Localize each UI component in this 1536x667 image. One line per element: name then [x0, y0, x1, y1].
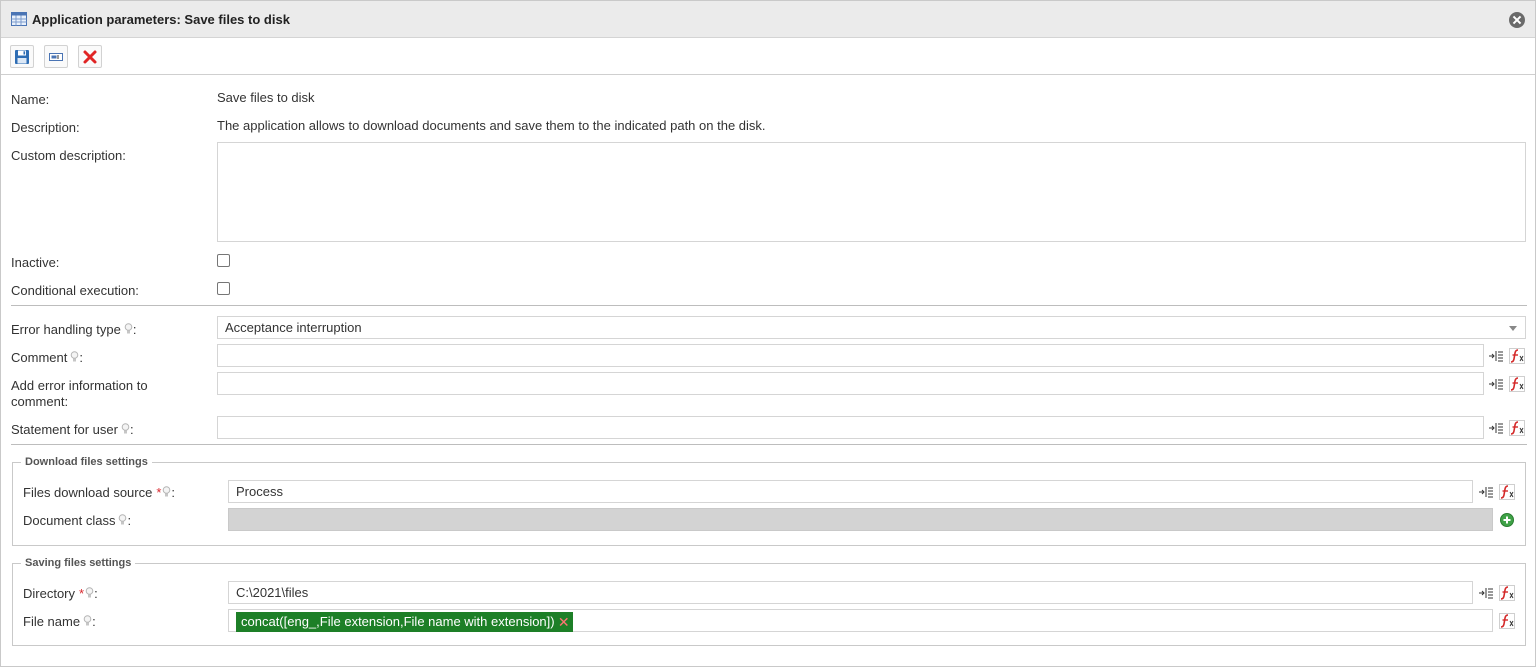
statement-for-user-label: Statement for user:	[11, 422, 134, 437]
insert-variable-icon[interactable]	[1488, 420, 1504, 436]
description-label: Description:	[11, 120, 80, 135]
custom-description-textarea[interactable]	[217, 142, 1526, 242]
function-icon[interactable]	[1509, 420, 1525, 436]
required-mark: *	[156, 485, 162, 500]
directory-input[interactable]: C:\2021\files	[228, 581, 1473, 604]
function-icon[interactable]	[1499, 585, 1515, 601]
conditional-execution-checkbox[interactable]	[217, 282, 230, 295]
function-icon[interactable]	[1499, 613, 1515, 629]
colon: :	[79, 350, 83, 365]
saving-files-legend: Saving files settings	[21, 557, 136, 569]
colon: :	[94, 586, 98, 601]
toolbar	[1, 38, 1535, 75]
directory-label: Directory *:	[23, 586, 98, 601]
save-button[interactable]	[10, 45, 34, 68]
function-icon[interactable]	[1509, 376, 1525, 392]
lightbulb-icon	[124, 323, 133, 334]
lightbulb-icon	[121, 423, 130, 434]
name-value: Save files to disk	[217, 90, 315, 105]
download-files-fieldset	[12, 462, 1526, 546]
title-bar: Application parameters: Save files to di…	[1, 1, 1535, 38]
insert-variable-icon[interactable]	[1478, 484, 1494, 500]
name-label: Name:	[11, 92, 50, 107]
divider	[11, 305, 1527, 306]
conditional-execution-label: Conditional execution:	[11, 283, 139, 298]
colon: :	[132, 322, 137, 337]
green-plus-circle-icon[interactable]	[1499, 512, 1515, 528]
close-circle-icon[interactable]	[1509, 12, 1525, 28]
error-handling-type-value: Acceptance interruption	[225, 320, 362, 335]
files-download-source-value: Process	[236, 484, 283, 499]
document-class-input	[228, 508, 1493, 531]
function-icon[interactable]	[1509, 348, 1525, 364]
saving-files-fieldset	[12, 563, 1526, 646]
floppy-disk-icon	[15, 50, 29, 64]
document-class-text: Document class	[23, 513, 116, 528]
remove-tag-icon[interactable]: ✕	[558, 612, 570, 632]
error-handling-type-text: Error handling type	[11, 322, 121, 337]
lightbulb-icon	[85, 587, 94, 598]
comment-input[interactable]	[217, 344, 1484, 367]
comment-text: Comment	[11, 350, 68, 365]
insert-variable-icon[interactable]	[1478, 585, 1494, 601]
table-icon	[11, 12, 27, 26]
files-download-source-label: Files download source *:	[23, 485, 175, 500]
window-title: Application parameters: Save files to di…	[32, 12, 290, 27]
file-name-expression-tag[interactable]: concat([eng_,File extension,File name wi…	[236, 612, 573, 632]
error-handling-type-select[interactable]: Acceptance interruption	[217, 316, 1526, 339]
colon: :	[171, 485, 176, 500]
insert-variable-icon[interactable]	[1488, 376, 1504, 392]
colon: :	[129, 422, 134, 437]
inactive-label: Inactive:	[11, 255, 60, 270]
insert-variable-icon[interactable]	[1488, 348, 1504, 364]
function-icon[interactable]	[1499, 484, 1515, 500]
file-name-expression-text: concat([eng_,File extension,File name wi…	[241, 614, 555, 629]
red-x-icon	[83, 50, 97, 64]
colon: :	[92, 614, 96, 629]
comment-label: Comment:	[11, 350, 83, 365]
delete-button[interactable]	[78, 45, 102, 68]
inactive-checkbox[interactable]	[217, 254, 230, 267]
chevron-down-icon	[1509, 326, 1517, 331]
form-field-icon	[49, 53, 63, 61]
required-mark: *	[79, 586, 85, 601]
file-name-label: File name:	[23, 614, 96, 629]
statement-for-user-input[interactable]	[217, 416, 1484, 439]
form-field-button[interactable]	[44, 45, 68, 68]
lightbulb-icon	[71, 351, 79, 362]
description-value: The application allows to download docum…	[217, 118, 766, 133]
lightbulb-icon	[83, 615, 92, 626]
divider	[11, 444, 1527, 445]
error-handling-type-label: Error handling type:	[11, 322, 136, 337]
file-name-text: File name	[23, 614, 81, 629]
colon: :	[127, 513, 132, 528]
application-parameters-window: Application parameters: Save files to di…	[0, 0, 1536, 667]
custom-description-label: Custom description:	[11, 148, 126, 163]
files-download-source-text: Files download source	[23, 485, 153, 500]
add-error-info-label: Add error information to comment:	[11, 378, 148, 409]
document-class-label: Document class:	[23, 513, 131, 528]
directory-value: C:\2021\files	[236, 585, 309, 600]
files-download-source-input[interactable]: Process	[228, 480, 1473, 503]
download-files-legend: Download files settings	[21, 456, 152, 468]
add-error-info-input[interactable]	[217, 372, 1484, 395]
statement-for-user-text: Statement for user	[11, 422, 118, 437]
directory-text: Directory	[23, 586, 76, 601]
